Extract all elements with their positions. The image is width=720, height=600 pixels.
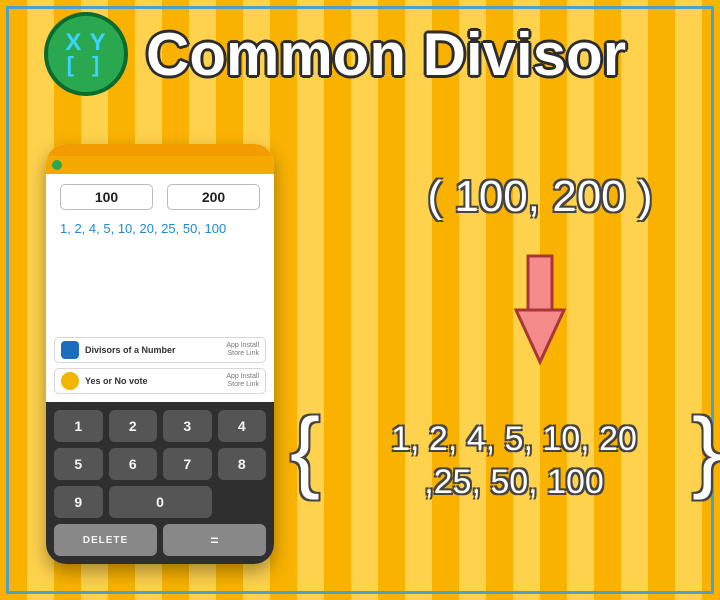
ad-title: Yes or No vote	[85, 376, 226, 386]
result-line2: ,25, 50, 100	[424, 463, 604, 501]
key-0[interactable]: 0	[109, 486, 212, 518]
phone-divisors-output: 1, 2, 4, 5, 10, 20, 25, 50, 100	[46, 220, 274, 238]
key-6[interactable]: 6	[109, 448, 158, 480]
input-pair-display: ( 100, 200 )	[390, 172, 690, 222]
brace-right-icon: }	[692, 400, 720, 503]
key-7[interactable]: 7	[163, 448, 212, 480]
header: X Y [ ] Common Divisor	[0, 12, 720, 96]
ad-sub: App InstallStore Link	[226, 373, 259, 388]
key-9[interactable]: 9	[54, 486, 103, 518]
logo-bottom: [ ]	[67, 55, 106, 76]
key-1[interactable]: 1	[54, 410, 103, 442]
phone-status-bar	[46, 144, 274, 156]
key-equals[interactable]: =	[163, 524, 266, 556]
key-4[interactable]: 4	[218, 410, 267, 442]
phone-mockup: 100 200 1, 2, 4, 5, 10, 20, 25, 50, 100 …	[46, 144, 274, 564]
app-logo-icon: X Y [ ]	[44, 12, 128, 96]
key-3[interactable]: 3	[163, 410, 212, 442]
ad-sub: App InstallStore Link	[226, 342, 259, 357]
ad-app-icon	[61, 341, 79, 359]
ad-item[interactable]: Divisors of a Number App InstallStore Li…	[54, 337, 266, 363]
phone-app-logo-icon	[52, 160, 62, 170]
input-a-field[interactable]: 100	[60, 184, 153, 210]
phone-ads: Divisors of a Number App InstallStore Li…	[46, 337, 274, 402]
key-8[interactable]: 8	[218, 448, 267, 480]
keypad: 1 2 3 4 5 6 7 8 9 0 DELETE =	[46, 402, 274, 564]
input-b-field[interactable]: 200	[167, 184, 260, 210]
result-line1: 1, 2, 4, 5, 10, 20	[391, 420, 637, 458]
key-2[interactable]: 2	[109, 410, 158, 442]
phone-app-bar	[46, 156, 274, 174]
arrow-down-icon	[510, 250, 570, 370]
ad-app-icon	[61, 372, 79, 390]
page-title: Common Divisor	[146, 20, 626, 89]
key-5[interactable]: 5	[54, 448, 103, 480]
result-set: 1, 2, 4, 5, 10, 20 ,25, 50, 100	[314, 418, 714, 503]
phone-inputs: 100 200	[46, 174, 274, 220]
ad-title: Divisors of a Number	[85, 345, 226, 355]
ad-item[interactable]: Yes or No vote App InstallStore Link	[54, 368, 266, 394]
key-delete[interactable]: DELETE	[54, 524, 157, 556]
